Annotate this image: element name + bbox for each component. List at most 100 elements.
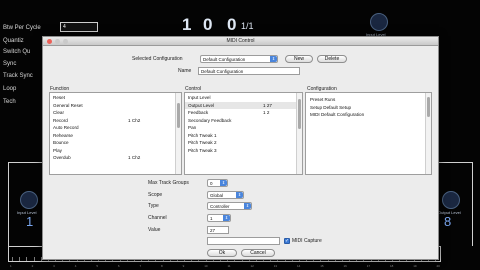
- list-item-label: Pitch Tweak 3: [188, 147, 217, 153]
- list-item[interactable]: Overdub 1 Ch2: [50, 154, 175, 162]
- counter-second: 0: [203, 15, 213, 34]
- list-item[interactable]: Feedback 1 2: [185, 109, 296, 117]
- configuration-item[interactable]: Setup Default Setup: [309, 104, 425, 112]
- list-item[interactable]: Clear: [50, 109, 175, 117]
- dialog-titlebar[interactable]: MIDI Control: [43, 37, 438, 46]
- background-label: Btw Per Cycle: [3, 25, 41, 31]
- list-item[interactable]: Record 1 Ch2: [50, 117, 175, 125]
- list-item[interactable]: Pan: [185, 124, 296, 132]
- cancel-button[interactable]: Cancel: [241, 249, 275, 257]
- timeline-label: 16: [343, 264, 347, 268]
- list-item-label: Pitch Tweak 1: [188, 132, 217, 138]
- list-item[interactable]: Play: [50, 147, 175, 155]
- channel-value: 1: [210, 216, 213, 221]
- ok-button[interactable]: Ok: [207, 249, 237, 257]
- selected-configuration-label: Selected Configuration: [132, 56, 183, 62]
- track-number-right: 8: [444, 214, 452, 229]
- list-item-label: General Reset: [53, 102, 83, 108]
- timeline-label: 17: [366, 264, 371, 268]
- channel-label: Channel: [148, 215, 167, 221]
- list-item-label: Feedback: [188, 110, 209, 115]
- list-item-binding: 1 27: [263, 102, 272, 108]
- list-item[interactable]: Auto Record: [50, 124, 175, 132]
- max-track-groups-value: 0: [210, 181, 213, 186]
- timeline-label: 18: [389, 264, 394, 268]
- type-label: Type: [148, 203, 159, 209]
- timeline-label: 8: [161, 264, 163, 268]
- max-track-groups-select[interactable]: 0 ⇕: [207, 179, 228, 187]
- configuration-list[interactable]: Preset Runs Setup Default Setup MIDI Defau…: [305, 92, 432, 175]
- list-item-binding: 1 Ch2: [128, 155, 141, 160]
- channel-select[interactable]: 1 ⇕: [207, 214, 231, 222]
- list-item[interactable]: Reset: [50, 94, 175, 102]
- scope-select[interactable]: Global ⇕: [207, 191, 244, 199]
- function-rows: Reset General Reset Clear Record 1 Ch2 Auto R…: [50, 94, 175, 162]
- type-select[interactable]: Controller ⇕: [207, 202, 252, 210]
- control-list[interactable]: Input Level Output Level 1 27 Feedback 1 2 Se…: [184, 92, 303, 175]
- value-field[interactable]: 27: [207, 226, 229, 234]
- list-item-label: Record: [53, 117, 68, 123]
- list-item-label: Clear: [53, 110, 64, 115]
- list-item[interactable]: Input Level: [185, 94, 296, 102]
- name-label: Name: [178, 68, 192, 74]
- control-rows: Input Level Output Level 1 27 Feedback 1 2 Se…: [185, 94, 296, 154]
- timeline-labels: 1 2 3 4 5 6 7 8 9 10 11 12 13 14 15 16 17 18 19 20: [10, 264, 440, 268]
- cycle-input[interactable]: 4: [60, 22, 98, 32]
- list-item-label: Overdub: [53, 155, 71, 160]
- timeline-label: 6: [117, 264, 120, 268]
- input-level-knob-left[interactable]: [20, 191, 38, 209]
- track-number-left: 1: [26, 214, 34, 229]
- timeline-label: 3: [53, 264, 55, 268]
- timeline-tick: [12, 257, 13, 261]
- selected-configuration-select[interactable]: Default Configuration ⇕: [200, 55, 278, 63]
- list-item-label: Reset: [53, 95, 66, 100]
- selected-configuration-value: Default Configuration: [203, 57, 246, 62]
- function-scrollbar[interactable]: [175, 93, 181, 174]
- new-button[interactable]: New: [285, 55, 313, 63]
- control-scrollbar[interactable]: [296, 93, 302, 174]
- timeline-tick: [33, 257, 35, 261]
- value-label: Value: [148, 227, 161, 233]
- counter-fraction: 1/1: [241, 21, 254, 31]
- list-item[interactable]: Secondary Feedback: [185, 117, 296, 125]
- frame-line-right: [439, 162, 473, 163]
- capture-field[interactable]: [207, 237, 280, 245]
- background-label: Quantiz: [3, 38, 24, 44]
- name-field[interactable]: Default Configuration: [198, 67, 300, 75]
- timeline-label: 4: [74, 264, 77, 268]
- timeline-label: 14: [296, 264, 301, 268]
- list-item-label: Pitch Tweak 2: [188, 140, 217, 145]
- timeline-label: 13: [273, 264, 278, 268]
- list-item[interactable]: Output Level 1 27: [185, 101, 296, 109]
- configuration-item[interactable]: MIDI Default Configuration: [309, 111, 425, 119]
- configuration-item[interactable]: Preset Runs: [309, 96, 425, 104]
- list-item[interactable]: Pitch Tweak 1: [185, 132, 296, 140]
- timeline-label: 9: [182, 264, 185, 268]
- midi-capture-label: MIDI Capture: [292, 238, 322, 244]
- timeline-label: 11: [227, 264, 231, 268]
- midi-capture-checkbox[interactable]: ✓: [284, 238, 290, 244]
- list-item-binding: 1 2: [263, 110, 270, 115]
- timeline-tick: [19, 257, 21, 261]
- function-list[interactable]: Reset General Reset Clear Record 1 Ch2 Auto R…: [49, 92, 182, 175]
- list-item[interactable]: Pitch Tweak 3: [185, 147, 296, 155]
- timeline-label: 12: [250, 264, 254, 268]
- control-scroll-thumb[interactable]: [298, 99, 301, 129]
- timeline-label: 10: [204, 264, 208, 268]
- input-level-knob-top[interactable]: [370, 13, 388, 31]
- function-scroll-thumb[interactable]: [177, 103, 180, 128]
- list-item[interactable]: General Reset: [50, 102, 175, 110]
- list-item-label: Bounce: [53, 140, 69, 145]
- timeline-label: 15: [320, 264, 324, 268]
- timeline-label: 19: [413, 264, 417, 268]
- configuration-scrollbar[interactable]: [425, 93, 431, 174]
- background-label: Sync: [3, 61, 17, 67]
- configuration-scroll-thumb[interactable]: [427, 97, 430, 117]
- list-item[interactable]: Rehearse: [50, 132, 175, 140]
- output-level-knob-right[interactable]: [442, 191, 460, 209]
- delete-button[interactable]: Delete: [317, 55, 347, 63]
- list-item[interactable]: Bounce: [50, 139, 175, 147]
- background-label: Tech: [3, 99, 16, 105]
- list-item-label: Output Level: [188, 102, 215, 108]
- list-item[interactable]: Pitch Tweak 2: [185, 139, 296, 147]
